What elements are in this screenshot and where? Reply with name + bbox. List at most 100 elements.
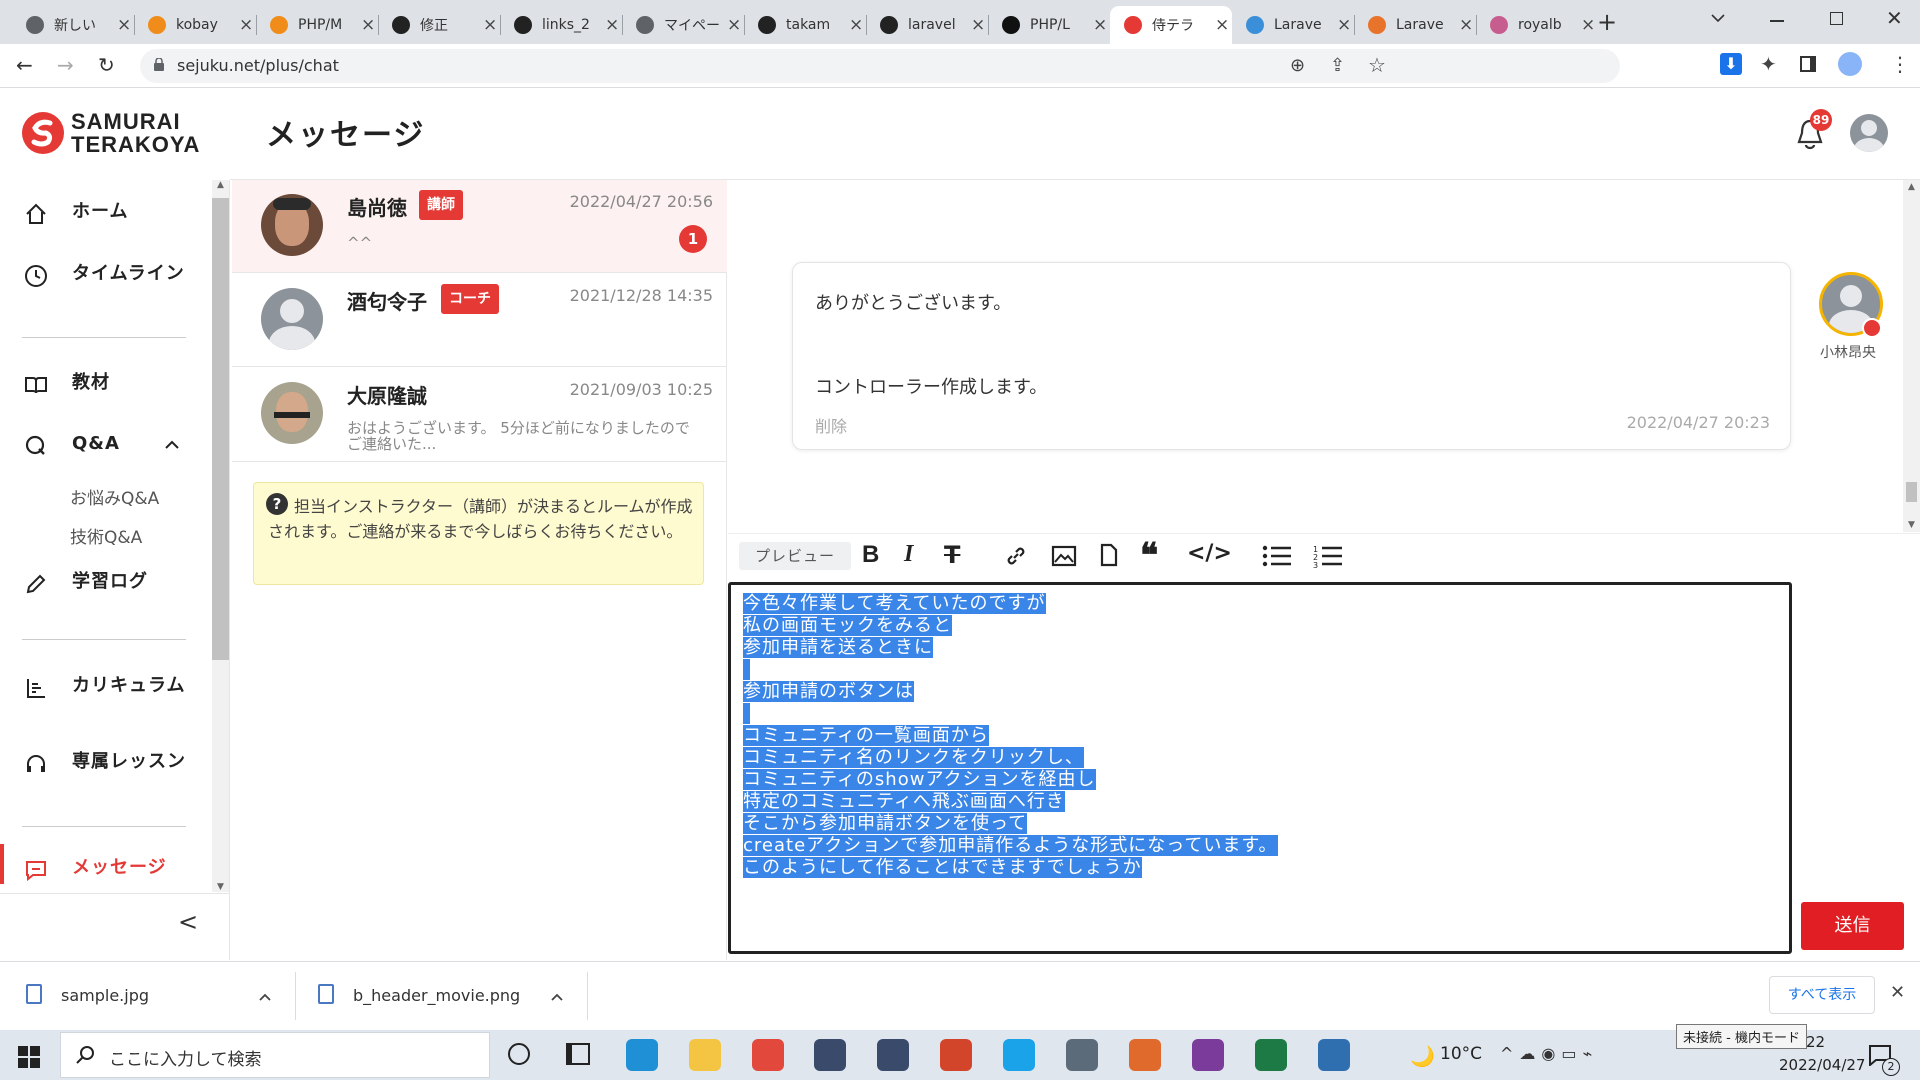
show-all-button[interactable]: すべて表示 (1769, 976, 1875, 1014)
user-avatar[interactable] (1850, 114, 1888, 152)
file-explorer-icon[interactable] (689, 1039, 721, 1071)
sidebar-item-materials[interactable]: 教材 (0, 373, 210, 403)
sidebar-item-messages[interactable]: メッセージ (0, 858, 210, 888)
tab-close-icon[interactable]: × (971, 15, 985, 35)
excel-icon[interactable] (1255, 1039, 1287, 1071)
chrome-icon[interactable] (752, 1039, 784, 1071)
maximize-button[interactable] (1830, 12, 1843, 25)
numbered-list-icon[interactable]: 123 (1313, 544, 1343, 568)
browser-menu-icon[interactable]: ⋮ (1890, 52, 1910, 76)
address-bar[interactable]: sejuku.net/plus/chat ⊕ ⇪ ☆ (140, 49, 1620, 83)
close-download-bar-icon[interactable]: ✕ (1890, 982, 1905, 1003)
conversation-item[interactable]: 酒匂令子 コーチ 2021/12/28 14:35 (232, 274, 727, 367)
download-icon[interactable]: ⬇ (1720, 53, 1742, 75)
sidebar-item-curriculum[interactable]: カリキュラム (0, 676, 210, 726)
sidebar-item-lesson[interactable]: 専属レッスン (0, 752, 210, 802)
collapse-sidebar-button[interactable]: < (178, 908, 198, 936)
tab-close-icon[interactable]: × (361, 15, 375, 35)
download-filename[interactable]: b_header_movie.png (353, 986, 520, 1005)
browser-tab[interactable]: 新しい × (12, 6, 134, 44)
tab-close-icon[interactable]: × (727, 15, 741, 35)
send-button[interactable]: 送信 (1801, 902, 1904, 950)
browser-tab[interactable]: Larave × (1354, 6, 1476, 44)
sidebar-item-qa[interactable]: Q&A (0, 434, 210, 464)
message-editor[interactable]: 今色々作業して考えていたのですが 私の画面モックをみると 参加申請を送るときに 参加… (728, 582, 1792, 954)
preview-button[interactable]: プレビュー (739, 542, 851, 570)
tab-close-icon[interactable]: × (605, 15, 619, 35)
chat-scrollbar[interactable]: ▲ ▼ (1903, 180, 1920, 532)
file-icon[interactable] (1098, 543, 1120, 567)
quote-icon[interactable]: ❝ (1140, 536, 1158, 576)
browser-tab[interactable]: PHP/M × (256, 6, 378, 44)
conversation-item[interactable]: 島尚徳 講師 2022/04/27 20:56 ^^ 1 (232, 180, 727, 273)
tab-search-icon[interactable] (1710, 10, 1726, 26)
browser-tab[interactable]: laravel × (866, 6, 988, 44)
bookmark-star-icon[interactable]: ☆ (1368, 53, 1386, 77)
sidebar-item-home[interactable]: ホーム (0, 202, 210, 232)
delete-link[interactable]: 削除 (815, 413, 847, 437)
tab-close-icon[interactable]: × (1337, 15, 1351, 35)
new-tab-button[interactable]: + (1597, 8, 1617, 36)
tab-close-icon[interactable]: × (1093, 15, 1107, 35)
tab-close-icon[interactable]: × (849, 15, 863, 35)
tab-close-icon[interactable]: × (239, 15, 253, 35)
forward-icon[interactable]: → (57, 53, 74, 77)
profile-avatar[interactable] (1838, 52, 1862, 76)
weather-temp[interactable]: 10°C (1440, 1044, 1482, 1064)
close-window-button[interactable]: ✕ (1886, 6, 1903, 30)
chevron-up-icon[interactable] (164, 438, 180, 450)
side-panel-icon[interactable] (1800, 56, 1816, 72)
photos-icon[interactable] (1318, 1039, 1350, 1071)
browser-tab[interactable]: 侍テラ × (1110, 6, 1232, 44)
site-logo[interactable]: SAMURAI TERAKOYA (0, 88, 230, 180)
share-icon[interactable]: ⇪ (1330, 55, 1345, 76)
sidebar-item-study-log[interactable]: 学習ログ (0, 572, 210, 602)
reload-icon[interactable]: ↻ (98, 53, 115, 77)
windows-start-icon[interactable] (18, 1046, 40, 1068)
app-icon[interactable] (1129, 1039, 1161, 1071)
minimize-button[interactable] (1770, 20, 1784, 22)
browser-tab[interactable]: 修正 × (378, 6, 500, 44)
browser-tab[interactable]: takam × (744, 6, 866, 44)
sidebar-subitem-tech-qa[interactable]: 技術Q&A (70, 523, 142, 548)
browser-tab[interactable]: royalb × (1476, 6, 1598, 44)
app-icon[interactable] (1066, 1039, 1098, 1071)
sidebar-subitem-worries-qa[interactable]: お悩みQ&A (70, 484, 159, 509)
task-view-icon[interactable] (566, 1043, 590, 1065)
chevron-up-icon[interactable] (550, 992, 564, 1002)
app-icon[interactable] (877, 1039, 909, 1071)
skype-icon[interactable] (1003, 1039, 1035, 1071)
code-icon[interactable]: </> (1187, 541, 1232, 566)
browser-tab[interactable]: kobay × (134, 6, 256, 44)
image-icon[interactable] (1051, 544, 1077, 568)
browser-tab[interactable]: links_2 × (500, 6, 622, 44)
sidebar-scrollbar[interactable]: ▲ ▼ (212, 180, 229, 892)
tab-close-icon[interactable]: × (117, 15, 131, 35)
taskbar-search-box[interactable]: ここに入力して検索 (60, 1032, 490, 1078)
link-icon[interactable] (1004, 544, 1028, 568)
tab-close-icon[interactable]: × (1581, 15, 1595, 35)
chevron-up-icon[interactable] (258, 992, 272, 1002)
tab-close-icon[interactable]: × (1215, 15, 1229, 35)
extensions-icon[interactable]: ✦ (1760, 52, 1777, 76)
bulleted-list-icon[interactable] (1262, 544, 1292, 568)
clock-time[interactable]: 22 (1806, 1033, 1825, 1051)
tab-close-icon[interactable]: × (1459, 15, 1473, 35)
clock-date[interactable]: 2022/04/27 (1779, 1056, 1865, 1074)
app-icon[interactable] (940, 1039, 972, 1071)
browser-tab[interactable]: Larave × (1232, 6, 1354, 44)
italic-icon[interactable]: I (904, 541, 913, 568)
cortana-icon[interactable] (508, 1043, 530, 1065)
zoom-icon[interactable]: ⊕ (1290, 55, 1305, 76)
bold-icon[interactable]: B (862, 541, 879, 569)
app-icon[interactable] (814, 1039, 846, 1071)
conversation-item[interactable]: 大原隆誠 2021/09/03 10:25 おはようございます。 5分ほど前にな… (232, 368, 727, 462)
download-filename[interactable]: sample.jpg (61, 986, 149, 1005)
browser-tab[interactable]: PHP/L × (988, 6, 1110, 44)
browser-tab[interactable]: マイペー × (622, 6, 744, 44)
edge-icon[interactable] (626, 1039, 658, 1071)
back-icon[interactable]: ← (16, 53, 33, 77)
sidebar-item-timeline[interactable]: タイムライン (0, 264, 210, 314)
strikethrough-icon[interactable]: T (944, 541, 960, 569)
tab-close-icon[interactable]: × (483, 15, 497, 35)
